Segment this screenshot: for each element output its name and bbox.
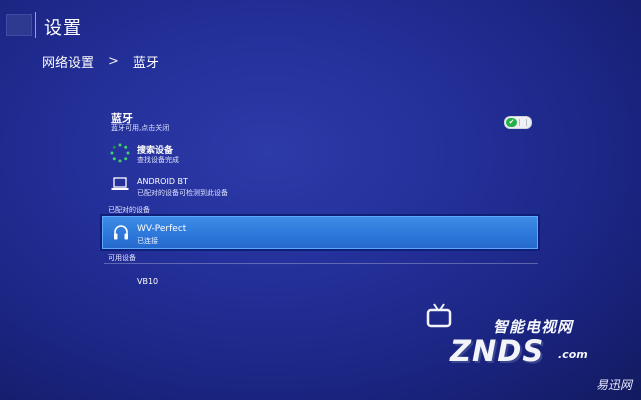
breadcrumb-separator: >	[108, 54, 119, 69]
device-visibility-note: 已配对的设备可检测到此设备	[137, 189, 228, 197]
paired-device-name: WV-Perfect	[137, 224, 187, 234]
watermark-domain: .com	[558, 348, 588, 361]
breadcrumb-current: 蓝牙	[132, 56, 159, 71]
toggle-grip-icon	[519, 119, 527, 126]
paired-device-status: 已连接	[137, 237, 158, 245]
breadcrumb: 网络设置 > 蓝牙	[42, 52, 159, 71]
scan-devices-status: 查找设备完成	[137, 156, 179, 164]
back-button[interactable]	[6, 14, 32, 36]
header-divider	[35, 12, 36, 38]
toggle-check-icon: ✔	[506, 118, 517, 127]
device-name[interactable]: ANDROID BT	[137, 177, 188, 186]
page-title: 设置	[44, 18, 82, 39]
bluetooth-subtitle: 蓝牙可用,点击关闭	[111, 124, 170, 132]
divider	[104, 263, 538, 264]
corner-watermark: 易迅网	[596, 378, 633, 392]
laptop-icon	[111, 177, 129, 190]
headphones-icon	[114, 225, 128, 240]
bluetooth-toggle[interactable]: ✔	[504, 116, 532, 129]
available-devices-header: 可用设备	[108, 254, 136, 262]
available-device-item[interactable]: VB10	[137, 277, 158, 286]
spinner-icon	[110, 143, 130, 163]
watermark-logo: ZNDS	[450, 334, 545, 368]
tv-logo-icon	[426, 303, 452, 328]
breadcrumb-parent[interactable]: 网络设置	[42, 52, 94, 71]
